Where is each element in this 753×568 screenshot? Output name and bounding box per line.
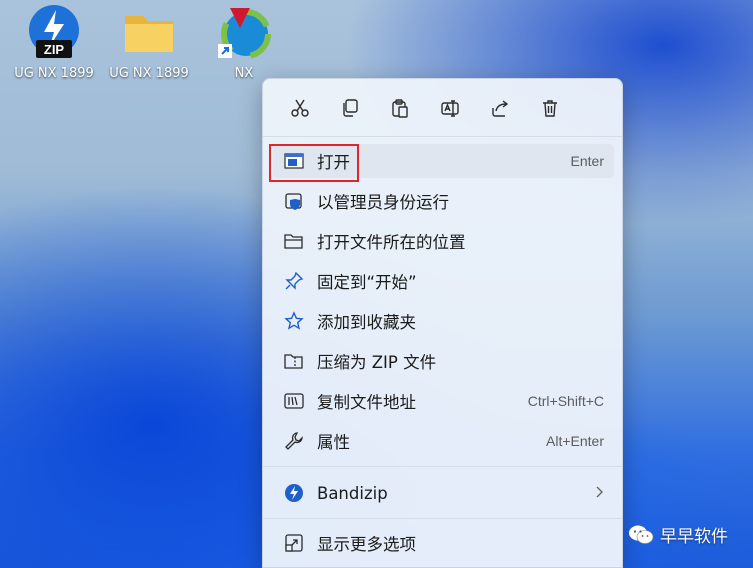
copy-button[interactable] <box>333 91 367 125</box>
menu-item-shortcut: Ctrl+Shift+C <box>527 393 604 409</box>
pin-icon <box>283 270 305 292</box>
menu-item-label: Bandizip <box>317 483 388 503</box>
desktop-icon-folder[interactable]: UG NX 1899 <box>103 4 195 82</box>
zip-folder-icon <box>283 350 305 372</box>
menu-item-run-as-admin[interactable]: 以管理员身份运行 <box>273 184 614 218</box>
desktop-icon-label: UG NX 1899 <box>14 66 94 81</box>
share-button[interactable] <box>483 91 517 125</box>
trash-icon <box>543 100 557 117</box>
menu-item-label: 属性 <box>317 433 350 452</box>
rename-icon <box>441 100 459 117</box>
share-icon <box>492 100 509 117</box>
menu-item-label: 添加到收藏夹 <box>317 313 416 332</box>
rename-button[interactable] <box>433 91 467 125</box>
wechat-icon <box>629 525 654 544</box>
copy-path-icon <box>283 390 305 412</box>
zip-badge-text: ZIP <box>44 42 65 57</box>
menu-item-label: 复制文件地址 <box>317 393 416 412</box>
menu-item-copy-path[interactable]: 复制文件地址 Ctrl+Shift+C <box>273 384 614 418</box>
delete-button[interactable] <box>533 91 567 125</box>
menu-item-label: 以管理员身份运行 <box>317 193 449 212</box>
menu-separator <box>263 136 622 137</box>
highlight-annotation <box>269 144 359 182</box>
desktop-icon-nx[interactable]: NX <box>198 4 290 82</box>
bandizip-icon <box>283 482 305 504</box>
nx-app-shortcut-icon <box>216 4 272 60</box>
menu-item-label: 压缩为 ZIP 文件 <box>317 353 437 372</box>
paste-button[interactable] <box>383 91 417 125</box>
copy-icon <box>343 99 358 117</box>
menu-item-label: 显示更多选项 <box>317 535 416 554</box>
menu-item-shortcut: Alt+Enter <box>546 433 604 449</box>
cut-button[interactable] <box>283 91 317 125</box>
shield-icon <box>283 190 305 212</box>
folder-outline-icon <box>283 230 305 252</box>
scissors-icon <box>291 99 309 117</box>
wrench-icon <box>283 430 305 452</box>
menu-item-shortcut: Enter <box>570 153 604 169</box>
zip-archive-icon: ZIP <box>26 4 82 60</box>
menu-item-add-to-favorites[interactable]: 添加到收藏夹 <box>273 304 614 338</box>
watermark-label: 早早软件 <box>660 527 728 547</box>
menu-item-bandizip[interactable]: Bandizip <box>273 476 614 510</box>
menu-item-label: 打开文件所在的位置 <box>317 233 466 252</box>
menu-separator <box>263 466 622 467</box>
star-icon <box>283 310 305 332</box>
clipboard-icon <box>392 99 408 118</box>
watermark: 早早软件 <box>628 522 728 547</box>
menu-item-properties[interactable]: 属性 Alt+Enter <box>273 424 614 458</box>
more-options-icon <box>283 532 305 554</box>
menu-item-open-file-location[interactable]: 打开文件所在的位置 <box>273 224 614 258</box>
desktop-icon-label: UG NX 1899 <box>109 66 189 81</box>
menu-item-label: 固定到“开始” <box>317 273 417 292</box>
desktop-icon-zip[interactable]: ZIP UG NX 1899 <box>8 4 100 82</box>
menu-separator <box>263 518 622 519</box>
menu-item-compress-zip[interactable]: 压缩为 ZIP 文件 <box>273 344 614 378</box>
menu-item-show-more-options[interactable]: 显示更多选项 <box>273 526 614 560</box>
menu-item-pin-to-start[interactable]: 固定到“开始” <box>273 264 614 298</box>
chevron-right-icon <box>594 485 604 502</box>
folder-icon <box>121 4 177 60</box>
